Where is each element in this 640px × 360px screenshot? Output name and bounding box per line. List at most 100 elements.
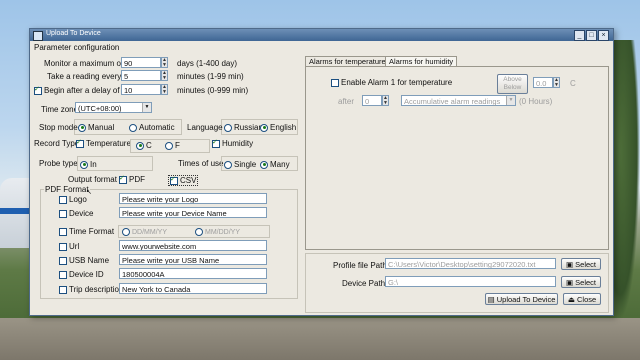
time-format-label: Time Format — [69, 227, 115, 236]
ddmmyy-option[interactable]: DD/MM/YY — [122, 228, 167, 236]
logo-input[interactable]: Please write your Logo — [119, 193, 267, 204]
trip-description-label: Trip description — [69, 285, 124, 294]
mmddyy-option[interactable]: MM/DD/YY — [195, 228, 240, 236]
logo-checkbox[interactable] — [59, 195, 67, 204]
threshold-spin-button[interactable]: ▲ ▼ — [553, 77, 560, 88]
alarm-unit-label: C — [570, 79, 576, 88]
times-many-option[interactable]: Many — [260, 160, 290, 169]
folder-icon: ▣ — [565, 278, 576, 287]
single-radio[interactable] — [224, 160, 232, 169]
minimize-button[interactable]: _ — [574, 30, 585, 41]
usb-name-input[interactable]: Please write your USB Name — [119, 254, 267, 265]
device-select-button[interactable]: ▣ Select — [561, 276, 601, 288]
unit-f-label: F — [175, 141, 180, 150]
chevron-down-icon: ▼ — [142, 103, 151, 112]
russian-radio[interactable] — [224, 123, 232, 132]
time-format-checkbox[interactable] — [59, 227, 67, 236]
device-name-input[interactable]: Please write your Device Name — [119, 207, 267, 218]
delay-unit: minutes (0-999 min) — [177, 86, 249, 95]
probe-in-option[interactable]: In — [80, 160, 97, 169]
enable-alarm-label: Enable Alarm 1 for temperature — [341, 78, 453, 87]
usb-name-checkbox[interactable] — [59, 256, 67, 265]
device-select-label: Select — [575, 278, 597, 287]
english-radio[interactable] — [260, 123, 268, 132]
after-label: after — [338, 97, 355, 106]
humidity-checkbox[interactable] — [212, 138, 220, 148]
url-option[interactable]: Url — [59, 242, 79, 251]
timezone-select[interactable]: (UTC+08:00) ▼ — [75, 102, 152, 113]
probe-in-radio[interactable] — [80, 160, 88, 169]
delay-checkbox-row[interactable]: Begin after a delay of — [34, 85, 120, 95]
below-label: Below — [503, 84, 522, 91]
unit-f-option[interactable]: F — [165, 141, 180, 150]
after-spin-button[interactable]: ▲ ▼ — [382, 95, 389, 106]
pdf-checkbox[interactable] — [119, 174, 127, 184]
usb-name-option[interactable]: USB Name — [59, 256, 109, 265]
language-english[interactable]: English — [260, 123, 296, 132]
temperature-checkbox[interactable] — [76, 138, 84, 148]
record-type-label: Record Type — [34, 139, 80, 148]
close-button[interactable]: ⏏ Close — [563, 293, 601, 305]
reading-spin-button[interactable]: ▲ ▼ — [161, 70, 168, 81]
enable-alarm-option[interactable]: Enable Alarm 1 for temperature — [331, 78, 452, 87]
stop-mode-automatic[interactable]: Automatic — [129, 123, 175, 132]
hours-text: (0 Hours) — [519, 97, 553, 106]
title-bar[interactable]: Upload To Device _ □ × — [30, 29, 613, 41]
alarm-threshold-input[interactable]: 0.0 — [533, 77, 553, 88]
device-option[interactable]: Device — [59, 209, 93, 218]
enable-alarm-checkbox[interactable] — [331, 78, 339, 87]
delay-input[interactable]: 10 — [121, 84, 161, 95]
upload-icon: ▤ — [487, 295, 497, 304]
delay-spin-button[interactable]: ▲ ▼ — [161, 84, 168, 95]
timezone-label: Time zone — [41, 105, 79, 114]
many-radio[interactable] — [260, 160, 268, 169]
temperature-label: Temperature — [86, 139, 131, 148]
trip-description-option[interactable]: Trip description — [59, 285, 123, 294]
pdf-option[interactable]: PDF — [119, 174, 145, 184]
trip-description-checkbox[interactable] — [59, 285, 67, 294]
monitor-label: Monitor a maximum of — [44, 59, 124, 68]
unit-c-option[interactable]: C — [136, 141, 152, 150]
timezone-value: (UTC+08:00) — [78, 104, 122, 113]
ddmmyy-radio[interactable] — [122, 228, 130, 236]
trip-description-input[interactable]: New York to Canada — [119, 283, 267, 294]
csv-checkbox[interactable] — [170, 175, 178, 185]
unit-c-radio[interactable] — [136, 141, 144, 150]
stop-mode-manual[interactable]: Manual — [78, 123, 114, 132]
profile-path-input[interactable]: C:\Users\Victor\Desktop\setting29072020.… — [385, 258, 556, 269]
url-checkbox[interactable] — [59, 242, 67, 251]
time-format-option[interactable]: Time Format — [59, 227, 114, 236]
mmddyy-radio[interactable] — [195, 228, 203, 236]
device-id-option[interactable]: Device ID — [59, 270, 104, 279]
maximize-button[interactable]: □ — [586, 30, 597, 41]
manual-radio[interactable] — [78, 123, 86, 132]
reading-interval-input[interactable]: 5 — [121, 70, 161, 81]
device-id-input[interactable]: 180500004A — [119, 268, 267, 279]
section-title: Parameter configuration — [34, 43, 120, 52]
language-russian[interactable]: Russian — [224, 123, 263, 132]
device-label: Device — [69, 209, 94, 218]
upload-to-device-button[interactable]: ▤ Upload To Device — [485, 293, 558, 305]
humidity-option[interactable]: Humidity — [212, 138, 253, 148]
close-window-button[interactable]: × — [598, 30, 609, 41]
chevron-down-icon: ▼ — [506, 96, 515, 105]
url-input[interactable]: www.yourwebsite.com — [119, 240, 267, 251]
temperature-option[interactable]: Temperature — [76, 138, 131, 148]
monitor-days-input[interactable]: 90 — [121, 57, 161, 68]
times-single-option[interactable]: Single — [224, 160, 256, 169]
device-checkbox[interactable] — [59, 209, 67, 218]
logo-option[interactable]: Logo — [59, 195, 87, 204]
monitor-spin-button[interactable]: ▲ ▼ — [161, 57, 168, 68]
unit-f-radio[interactable] — [165, 141, 173, 150]
delay-checkbox[interactable] — [34, 85, 42, 95]
csv-option[interactable]: CSV — [168, 175, 199, 186]
stop-mode-label: Stop mode — [39, 123, 78, 132]
english-label: English — [270, 123, 297, 132]
alarm-mode-select[interactable]: Accumulative alarm readings ▼ — [401, 95, 516, 106]
above-below-toggle[interactable]: Above Below — [497, 74, 528, 94]
device-path-input[interactable]: G:\ — [385, 276, 556, 287]
device-id-checkbox[interactable] — [59, 270, 67, 279]
automatic-radio[interactable] — [129, 123, 137, 132]
after-count-input[interactable]: 0 — [362, 95, 382, 106]
profile-select-button[interactable]: ▣ Select — [561, 258, 601, 270]
